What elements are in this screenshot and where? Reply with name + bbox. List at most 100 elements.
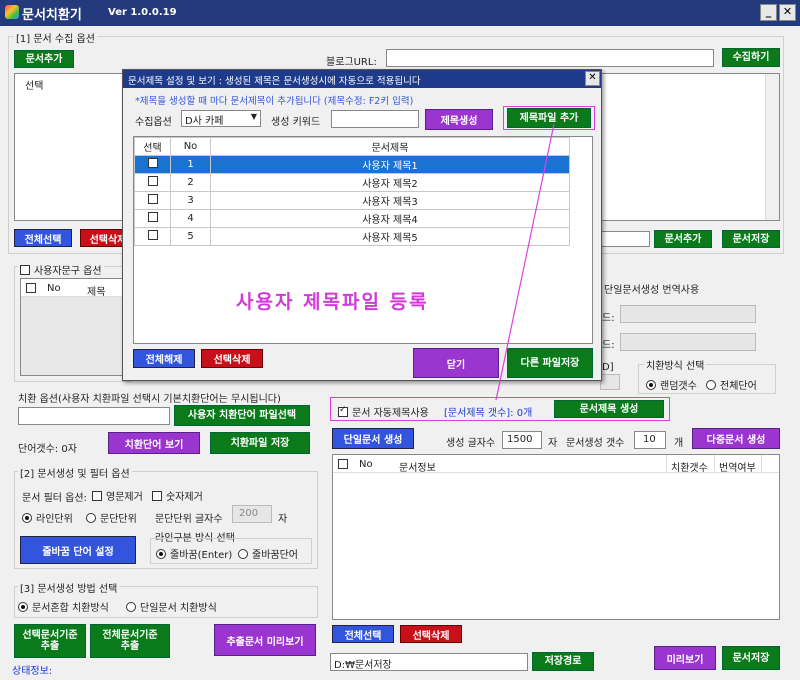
doc-list-scrollbar[interactable] [765, 74, 779, 220]
row-checkbox[interactable] [147, 176, 158, 186]
auto-title-checkbox[interactable]: ✓ [338, 405, 348, 417]
gen-doc-col-replace: 치환갯수 [671, 463, 708, 474]
num-remove-checkbox[interactable] [152, 490, 162, 501]
para-unit-radio[interactable] [86, 512, 96, 523]
num-remove-option[interactable]: 숫자제거 [152, 488, 203, 503]
gen-title-button[interactable]: 제목생성 [425, 109, 493, 130]
linebreak-enter-radio[interactable] [156, 548, 166, 559]
preview-button[interactable]: 미리보기 [654, 646, 716, 670]
title-row[interactable]: 4 사용자 제목4 [134, 209, 570, 228]
para-count-label: 문단단위 글자수 [155, 514, 223, 525]
row-checkbox[interactable] [147, 158, 158, 168]
gen-count-stepper[interactable]: 10 [634, 431, 666, 449]
save-subst-button[interactable]: 치환파일 저장 [210, 432, 310, 454]
gen-doc-title-button[interactable]: 문서제목 생성 [554, 400, 664, 418]
eng-remove-checkbox[interactable] [92, 490, 102, 501]
collect-button[interactable]: 수집하기 [722, 48, 780, 67]
row-title: 사용자 제목1 [210, 155, 570, 174]
row-checkbox[interactable] [147, 212, 158, 222]
title-row[interactable]: 1 사용자 제목1 [134, 155, 570, 174]
radio-random-count[interactable]: 랜덤갯수 [646, 377, 697, 392]
extract-all-button[interactable]: 전체문서기준 추출 [90, 624, 170, 658]
save-button[interactable]: 문서저장 [722, 646, 780, 670]
mixed-method-radio[interactable] [18, 601, 28, 612]
linebreak-enter-option[interactable]: 줄바꿈(Enter) [156, 546, 232, 561]
gen-select-all-button[interactable]: 전체선택 [332, 625, 394, 643]
title-row[interactable]: 3 사용자 제목3 [134, 191, 570, 210]
close-button[interactable]: ✕ [779, 4, 796, 21]
gen-count-unit: 개 [674, 438, 684, 449]
translate-field-3[interactable] [600, 374, 620, 390]
user-phrase-list[interactable]: No 제목 [20, 278, 132, 376]
dialog-close-btn[interactable]: 닫기 [413, 348, 499, 378]
auto-title-option[interactable]: ✓ 문서 자동제목사용 [338, 404, 429, 419]
linebreak-word-button[interactable]: 줄바꿈 단어 설정 [20, 536, 136, 564]
extract-selected-button[interactable]: 선택문서기준 추출 [14, 624, 86, 658]
save-other-file-button[interactable]: 다른 파일저장 [507, 348, 593, 378]
deselect-all-button[interactable]: 전체해제 [133, 349, 195, 368]
blog-url-input[interactable] [386, 49, 714, 67]
overlay-caption: 사용자 제목파일 등록 [236, 291, 429, 313]
linebreak-word-radio[interactable] [238, 548, 248, 559]
minimize-button[interactable]: _ [760, 4, 777, 21]
eng-remove-option[interactable]: 영문제거 [92, 488, 143, 503]
user-subst-file-button[interactable]: 사용자 치환단어 파일선택 [174, 405, 310, 426]
view-subst-button[interactable]: 치환단어 보기 [108, 432, 200, 454]
dialog-delete-selected-button[interactable]: 선택삭제 [201, 349, 263, 368]
single-method-option[interactable]: 단일문서 치환방식 [126, 599, 217, 614]
dialog-title: 문서제목 설정 및 보기 : 생성된 제목은 문서생성시에 자동으로 적용됩니다 [128, 76, 421, 87]
extract-preview-button[interactable]: 추출문서 미리보기 [214, 624, 316, 656]
translate-field-1[interactable] [620, 305, 756, 323]
subst-file-input[interactable] [18, 407, 170, 425]
line-unit-option[interactable]: 라인단위 [22, 510, 73, 525]
status-label: 상태정보: [12, 666, 53, 677]
collect-option-select[interactable]: D사 카페 ▼ [181, 110, 261, 127]
user-phrase-header-checkbox[interactable] [26, 283, 36, 293]
translate-checkbox-edge[interactable]: 단일문서생성 번역사용 [604, 281, 699, 296]
save-path-input[interactable]: D:₩문서저장 [330, 653, 528, 671]
save-doc-button[interactable]: 문서저장 [722, 230, 780, 248]
para-unit-option[interactable]: 문단단위 [86, 510, 137, 525]
radio-random-count-dot[interactable] [646, 379, 656, 390]
radio-all-words[interactable]: 전체단어 [706, 377, 757, 392]
row-title: 사용자 제목4 [210, 209, 570, 228]
gen-delete-selected-button[interactable]: 선택삭제 [400, 625, 462, 643]
doc-list-header-select: 선택 [25, 81, 44, 92]
line-unit-label: 라인단위 [36, 514, 73, 525]
row-title: 사용자 제목3 [210, 191, 570, 210]
add-title-file-button[interactable]: 제목파일 추가 [507, 108, 591, 128]
doc-input[interactable] [600, 231, 650, 247]
gen-doc-list[interactable]: No 문서정보 치환갯수 번역여부 [332, 454, 780, 620]
title-dialog: 문서제목 설정 및 보기 : 생성된 제목은 문서생성시에 자동으로 적용됩니다… [122, 69, 602, 381]
title-row[interactable]: 5 사용자 제목5 [134, 227, 570, 246]
title-row[interactable]: 2 사용자 제목2 [134, 173, 570, 192]
title-list[interactable]: 선택 No 문서제목 1 사용자 제목1 2 사용자 제목2 3 사용자 제목3 4사… [133, 136, 593, 344]
row-no: 3 [170, 191, 211, 210]
radio-all-words-dot[interactable] [706, 379, 716, 390]
row-checkbox[interactable] [147, 194, 158, 204]
user-phrase-checkbox[interactable] [20, 264, 30, 275]
add-doc-button[interactable]: 문서추가 [14, 50, 74, 68]
row-title: 사용자 제목2 [210, 173, 570, 192]
add-doc-button-2[interactable]: 문서추가 [654, 230, 712, 248]
multi-gen-button[interactable]: 다중문서 생성 [692, 428, 780, 449]
gen-chars-stepper[interactable]: 1500 [502, 431, 542, 449]
dialog-close-button[interactable]: ✕ [585, 71, 600, 86]
translate-field-label-3: D] [602, 362, 614, 373]
para-count-stepper[interactable]: 200 [232, 505, 272, 523]
line-unit-radio[interactable] [22, 512, 32, 523]
user-phrase-option[interactable]: 사용자문구 옵션 [18, 262, 104, 277]
title-count-label: [문서제목 갯수]: 0개 [444, 408, 533, 419]
row-checkbox[interactable] [147, 230, 158, 240]
save-path-button[interactable]: 저장경로 [532, 652, 594, 671]
single-gen-button[interactable]: 단일문서 생성 [332, 428, 414, 449]
gen-doc-header-checkbox[interactable] [338, 459, 348, 469]
select-all-button[interactable]: 전체선택 [14, 229, 72, 247]
keyword-input[interactable] [331, 110, 419, 128]
single-method-radio[interactable] [126, 601, 136, 612]
linebreak-word-option[interactable]: 줄바꿈단어 [238, 546, 298, 561]
gen-filter-label: [2] 문서생성 및 필터 옵션 [18, 465, 132, 480]
translate-field-2[interactable] [620, 333, 756, 351]
mixed-method-option[interactable]: 문서혼합 치환방식 [18, 599, 109, 614]
gen-chars-value: 1500 [507, 434, 533, 445]
